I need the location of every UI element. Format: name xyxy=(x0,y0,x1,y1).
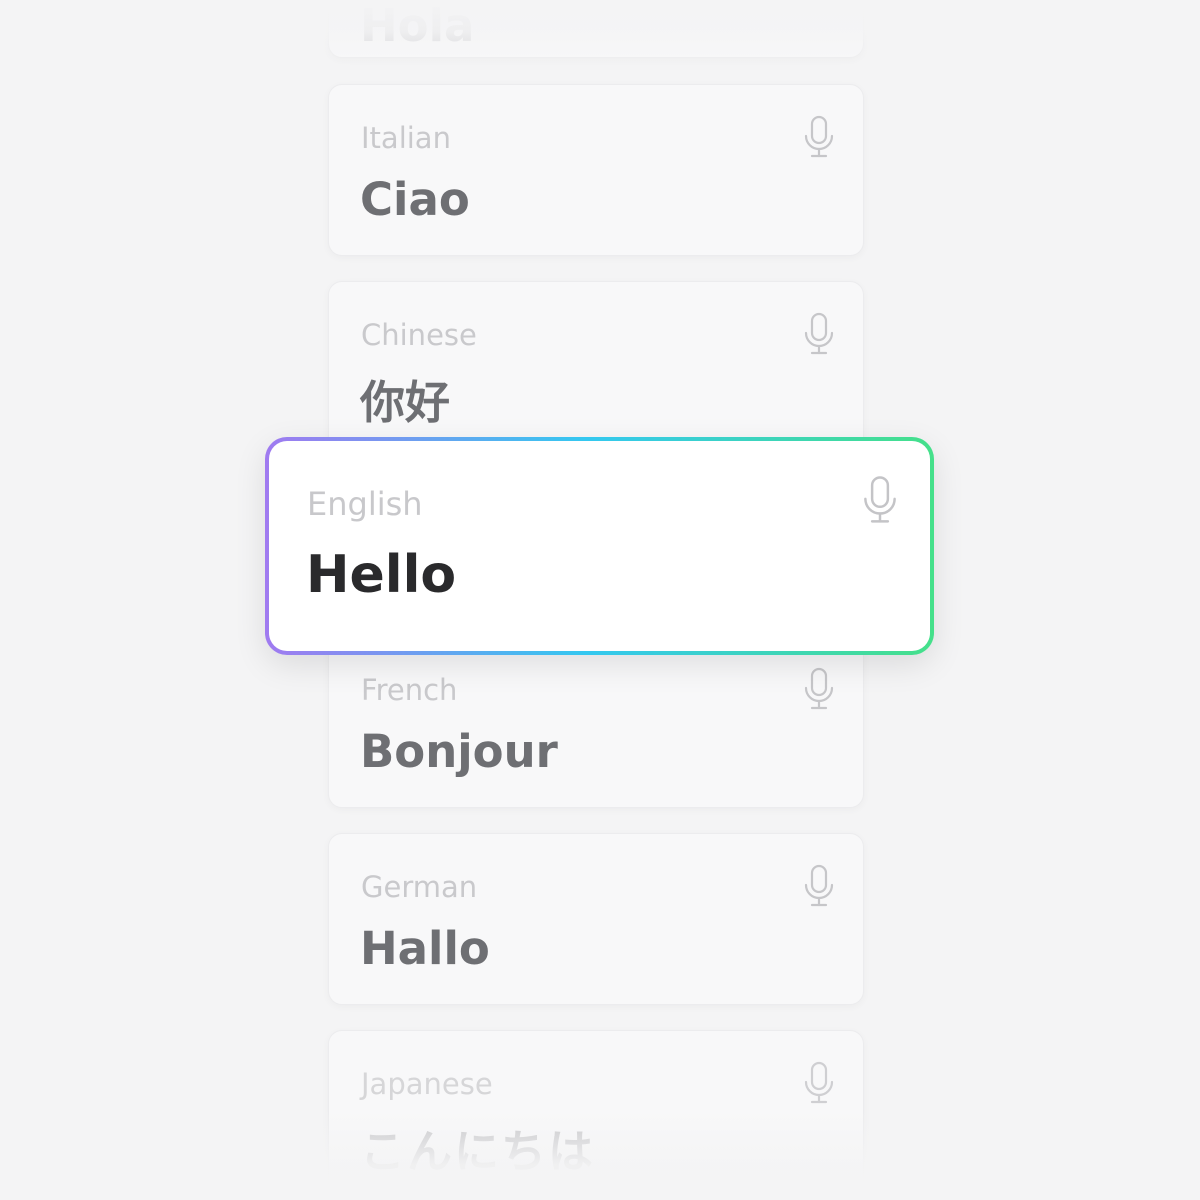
greeting-text: Bonjour xyxy=(360,725,558,778)
greeting-text: 你好 xyxy=(360,376,451,429)
language-label: German xyxy=(361,870,478,904)
language-card-english-selected[interactable]: English Hello xyxy=(265,437,934,655)
greeting-text: こんにちは xyxy=(360,1125,596,1178)
language-label: Japanese xyxy=(361,1067,493,1101)
translation-list: Hola Italian Ciao Chinese 你好 French Bonj… xyxy=(0,0,1200,1200)
microphone-icon[interactable] xyxy=(803,864,835,908)
language-card-german[interactable]: German Hallo xyxy=(328,833,864,1005)
language-card-japanese[interactable]: Japanese こんにちは xyxy=(328,1030,864,1200)
language-card-chinese[interactable]: Chinese 你好 xyxy=(328,281,864,453)
language-label: English xyxy=(307,485,423,523)
greeting-text: Ciao xyxy=(360,173,470,226)
language-card-top[interactable]: Hola xyxy=(328,0,864,58)
language-card-italian[interactable]: Italian Ciao xyxy=(328,84,864,256)
microphone-icon[interactable] xyxy=(803,312,835,356)
microphone-icon[interactable] xyxy=(803,1061,835,1105)
greeting-text: Hello xyxy=(306,545,457,605)
microphone-icon[interactable] xyxy=(803,667,835,711)
greeting-text: Hallo xyxy=(360,922,490,975)
language-card-french[interactable]: French Bonjour xyxy=(328,636,864,808)
microphone-icon[interactable] xyxy=(803,115,835,159)
selected-card-body: English Hello xyxy=(269,441,930,651)
language-label: French xyxy=(361,673,458,707)
greeting-text: Hola xyxy=(360,0,475,52)
language-label: Chinese xyxy=(361,318,477,352)
language-label: Italian xyxy=(361,121,451,155)
microphone-icon[interactable] xyxy=(862,475,898,525)
